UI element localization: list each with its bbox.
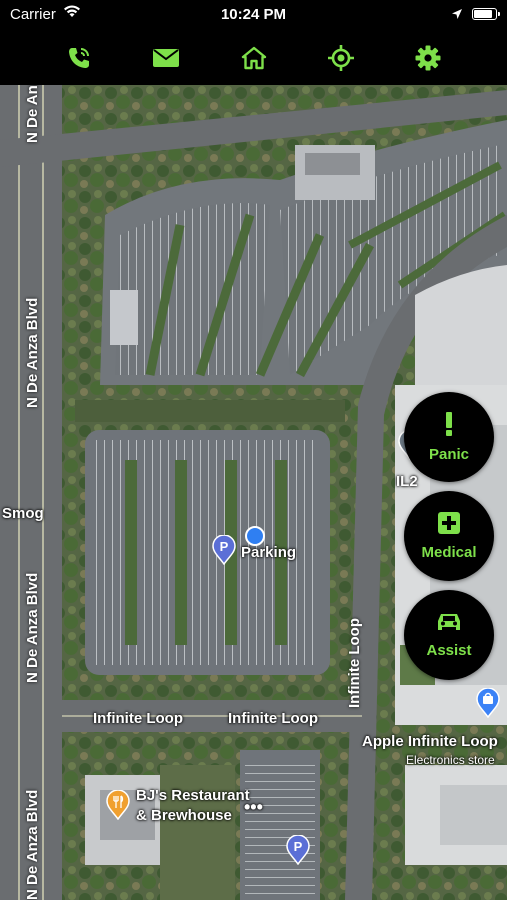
parking-pin-icon[interactable]: P: [212, 534, 236, 566]
svg-text:P: P: [294, 839, 303, 854]
street-label-n-de-anza-bottom: N De Anza Blvd: [24, 789, 41, 900]
map-imagery: [0, 85, 507, 900]
settings-icon[interactable]: [410, 40, 446, 76]
clock: 10:24 PM: [220, 6, 287, 23]
street-label-n-de-anza-low: N De Anza Blvd: [24, 572, 41, 683]
assist-button[interactable]: Assist: [404, 590, 494, 680]
medical-label: Medical: [421, 544, 477, 561]
street-label-infinite-loop-left: Infinite Loop: [93, 710, 183, 727]
mail-icon[interactable]: [148, 40, 184, 76]
poi-sublabel-electronics-store: Electronics store: [406, 753, 495, 767]
panic-label: Panic: [428, 446, 470, 463]
medical-button[interactable]: Medical: [404, 491, 494, 581]
street-label-n-de-anza-mid: N De Anza Blvd: [24, 297, 41, 408]
toolbar: [0, 30, 507, 85]
battery-fill: [474, 10, 492, 18]
locate-icon[interactable]: [323, 40, 359, 76]
svg-text:P: P: [220, 539, 229, 554]
satellite-map[interactable]: N De Anza N De Anza Blvd N De Anza Blvd …: [0, 85, 507, 900]
exclamation-icon: [442, 411, 456, 442]
street-label-n-de-anza-top: N De Anza: [24, 85, 41, 143]
more-dots-icon: •••: [244, 797, 263, 817]
poi-label-bjs-line1: BJ's Restaurant: [136, 787, 250, 804]
user-location-dot: [245, 526, 265, 546]
medical-cross-icon: [437, 511, 461, 540]
car-icon: [435, 611, 463, 638]
street-label-infinite-loop-vertical: Infinite Loop: [346, 618, 363, 708]
status-bar: Carrier 10:24 PM: [0, 0, 507, 30]
poi-label-apple-infinite-loop: Apple Infinite Loop: [362, 733, 498, 750]
poi-label-bjs-line2: & Brewhouse: [136, 807, 232, 824]
phone-icon[interactable]: [61, 40, 97, 76]
location-arrow-icon: [451, 7, 463, 24]
parking-pin-lower-icon[interactable]: P: [286, 834, 310, 866]
panic-button[interactable]: Panic: [404, 392, 494, 482]
poi-label-parking: Parking: [241, 544, 297, 561]
poi-label-il2: IL2: [396, 473, 418, 490]
poi-label-smog: Smog: [2, 505, 44, 522]
assist-label: Assist: [426, 642, 472, 659]
battery-icon: [472, 8, 500, 20]
home-icon[interactable]: [236, 40, 272, 76]
restaurant-pin-icon[interactable]: [106, 789, 130, 821]
store-pin-icon[interactable]: [476, 687, 500, 719]
street-label-infinite-loop-right: Infinite Loop: [228, 710, 318, 727]
